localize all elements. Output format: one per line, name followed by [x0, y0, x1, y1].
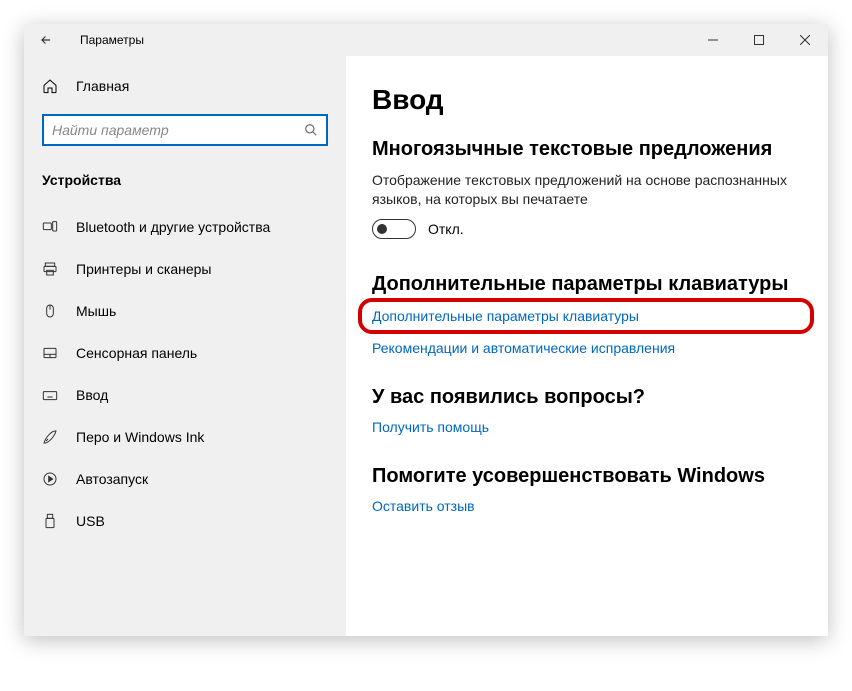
- home-button[interactable]: Главная: [24, 70, 346, 102]
- link-recommendations[interactable]: Рекомендации и автоматические исправлени…: [372, 340, 800, 356]
- link-feedback[interactable]: Оставить отзыв: [372, 498, 800, 514]
- sidebar-item-pen[interactable]: Перо и Windows Ink: [24, 416, 346, 458]
- toggle-state-label: Откл.: [428, 221, 464, 237]
- autoplay-icon: [42, 471, 58, 487]
- page-title: Ввод: [372, 84, 800, 116]
- printer-icon: [42, 261, 58, 277]
- section-heading: Помогите усовершенствовать Windows: [372, 465, 800, 488]
- keyboard-icon: [42, 387, 58, 403]
- section-heading: У вас появились вопросы?: [372, 386, 800, 409]
- sidebar-item-label: USB: [76, 513, 105, 529]
- sidebar-item-typing[interactable]: Ввод: [24, 374, 346, 416]
- section-multilingual: Многоязычные текстовые предложения Отобр…: [372, 138, 800, 239]
- sidebar-item-autoplay[interactable]: Автозапуск: [24, 458, 346, 500]
- category-heading: Устройства: [24, 164, 346, 206]
- sidebar-item-mouse[interactable]: Мышь: [24, 290, 346, 332]
- section-questions: У вас появились вопросы? Получить помощь: [372, 386, 800, 435]
- maximize-button[interactable]: [736, 24, 782, 56]
- link-advanced-keyboard[interactable]: Дополнительные параметры клавиатуры: [372, 308, 800, 324]
- sidebar-item-label: Bluetooth и другие устройства: [76, 219, 270, 235]
- search-box[interactable]: [42, 114, 328, 146]
- home-label: Главная: [76, 78, 129, 94]
- touchpad-icon: [42, 345, 58, 361]
- pen-icon: [42, 429, 58, 445]
- usb-icon: [42, 513, 58, 529]
- section-advanced-keyboard: Дополнительные параметры клавиатуры Допо…: [372, 273, 800, 356]
- window-title: Параметры: [68, 33, 144, 47]
- sidebar-item-label: Автозапуск: [76, 471, 148, 487]
- search-icon: [304, 123, 318, 137]
- sidebar-item-printers[interactable]: Принтеры и сканеры: [24, 248, 346, 290]
- back-button[interactable]: [24, 24, 68, 56]
- minimize-button[interactable]: [690, 24, 736, 56]
- close-button[interactable]: [782, 24, 828, 56]
- section-heading: Многоязычные текстовые предложения: [372, 138, 800, 161]
- sidebar-item-label: Сенсорная панель: [76, 345, 197, 361]
- search-input[interactable]: [52, 122, 304, 138]
- section-heading: Дополнительные параметры клавиатуры: [372, 273, 800, 296]
- sidebar-item-touchpad[interactable]: Сенсорная панель: [24, 332, 346, 374]
- section-feedback: Помогите усовершенствовать Windows Остав…: [372, 465, 800, 514]
- sidebar-item-bluetooth[interactable]: Bluetooth и другие устройства: [24, 206, 346, 248]
- sidebar-item-label: Мышь: [76, 303, 116, 319]
- sidebar-item-label: Принтеры и сканеры: [76, 261, 211, 277]
- link-get-help[interactable]: Получить помощь: [372, 419, 800, 435]
- devices-icon: [42, 219, 58, 235]
- titlebar: Параметры: [24, 24, 828, 56]
- home-icon: [42, 78, 58, 94]
- settings-window: Параметры Главная Ус: [24, 24, 828, 636]
- sidebar-item-label: Перо и Windows Ink: [76, 429, 204, 445]
- content-pane: Ввод Многоязычные текстовые предложения …: [346, 56, 828, 636]
- sidebar-item-usb[interactable]: USB: [24, 500, 346, 542]
- toggle-switch[interactable]: [372, 219, 416, 239]
- section-desc: Отображение текстовых предложений на осн…: [372, 171, 800, 209]
- sidebar: Главная Устройства Bluetooth и другие ус…: [24, 56, 346, 636]
- mouse-icon: [42, 303, 58, 319]
- sidebar-item-label: Ввод: [76, 387, 108, 403]
